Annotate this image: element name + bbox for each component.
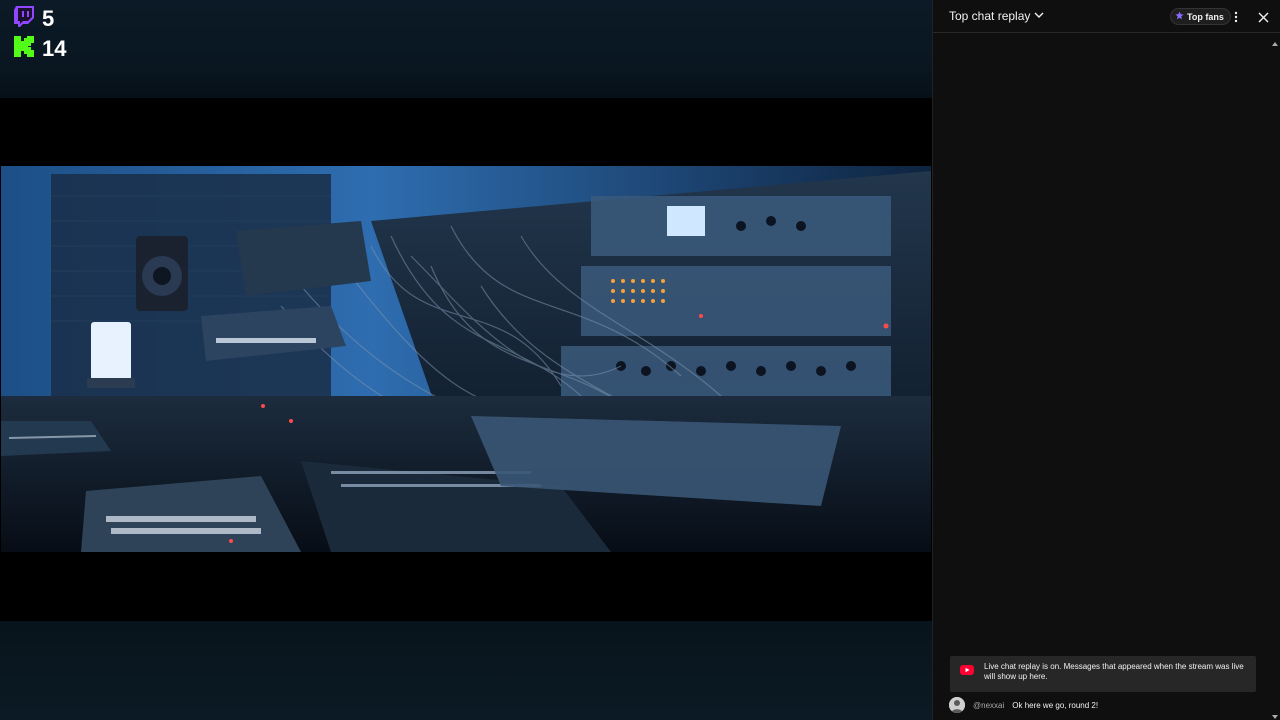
chat-replay-notice-text: Live chat replay is on. Messages that ap… <box>984 662 1244 681</box>
scroll-down-arrow[interactable] <box>1271 708 1279 719</box>
stream-replay-page: 5 14 Top chat replay Top fans Live chat … <box>0 0 1280 720</box>
kick-icon <box>12 34 36 63</box>
chat-panel: Top chat replay Top fans Live chat repla… <box>932 0 1280 720</box>
top-fans-label: Top fans <box>1187 11 1224 22</box>
youtube-icon <box>960 662 974 680</box>
twitch-viewer-count: 5 <box>12 4 54 33</box>
video-letterbox-bottom <box>0 621 932 720</box>
video-frame[interactable] <box>1 166 931 552</box>
close-icon[interactable] <box>1254 8 1272 26</box>
scroll-up-arrow[interactable] <box>1271 35 1279 46</box>
studio-scene-illustration <box>1 166 931 552</box>
chat-message-author[interactable]: @nexxai <box>973 701 1004 710</box>
kick-viewer-count: 14 <box>12 34 66 63</box>
star-badge-icon <box>1175 11 1184 22</box>
chevron-down-icon <box>1034 9 1044 23</box>
chat-header: Top chat replay Top fans <box>933 0 1280 33</box>
chat-message[interactable]: @nexxai Ok here we go, round 2! <box>949 697 1098 713</box>
chat-title: Top chat replay <box>949 9 1031 23</box>
more-options-icon[interactable] <box>1227 8 1245 26</box>
video-letterbox-top <box>0 0 932 98</box>
avatar[interactable] <box>949 697 965 713</box>
twitch-count: 5 <box>42 5 55 31</box>
top-fans-button[interactable]: Top fans <box>1170 8 1231 25</box>
kick-count: 14 <box>42 35 67 61</box>
video-player[interactable]: 5 14 <box>0 0 932 720</box>
chat-mode-dropdown[interactable]: Top chat replay <box>949 9 1044 23</box>
chat-message-text: Ok here we go, round 2! <box>1012 700 1099 710</box>
chat-replay-notice: Live chat replay is on. Messages that ap… <box>950 656 1256 692</box>
twitch-icon <box>12 4 36 33</box>
